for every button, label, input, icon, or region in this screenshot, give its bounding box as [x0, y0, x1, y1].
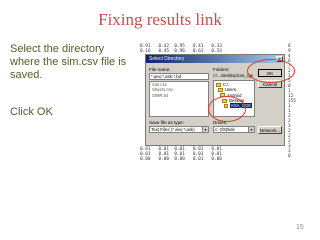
folders-label: Folders: — [213, 67, 230, 72]
file-list[interactable]: Sim.csv Sheet1.csv SIMR.txt — [149, 81, 209, 117]
folder-icon — [218, 87, 223, 92]
drives-value: c: OSDisk — [215, 127, 235, 132]
save-type-select[interactable]: Text Files (*.aex;*.ask) ▼ — [149, 126, 209, 133]
dialog-title: Select Directory — [149, 56, 185, 62]
file-name-field[interactable]: *.aex;*.ask;*.bd — [149, 73, 209, 80]
sheet-cell: 0 — [288, 154, 291, 159]
save-type-label: Save file as type: — [149, 120, 184, 125]
file-list-item[interactable]: SIMR.txt — [150, 93, 208, 98]
folder-icon — [216, 82, 221, 87]
chevron-down-icon[interactable]: ▼ — [248, 127, 254, 132]
slide-title: Fixing results link — [98, 10, 222, 29]
sheet-right-column: 8 9 4 6 7 2 3 5 0 1 12 155 1 1 2 2 3 2 2 2 3 3 0 — [288, 44, 296, 159]
page-number: 15 — [296, 224, 304, 231]
network-button[interactable]: Network... — [258, 126, 282, 134]
highlight-circle-folder — [208, 96, 246, 122]
highlight-circle-ok — [247, 59, 295, 83]
instruction-click-ok: Click OK — [10, 106, 53, 118]
instruction-select-directory: Select the directory where the sim.csv f… — [10, 43, 127, 81]
save-type-value: Text Files (*.aex;*.ask) — [151, 127, 195, 132]
file-name-label: File name: — [149, 67, 171, 72]
drives-select[interactable]: c: OSDisk ▼ — [213, 126, 255, 133]
sheet-row: 0.00 0.00 0.00 0.01 0.00 — [140, 157, 222, 162]
chevron-down-icon[interactable]: ▼ — [202, 127, 208, 132]
